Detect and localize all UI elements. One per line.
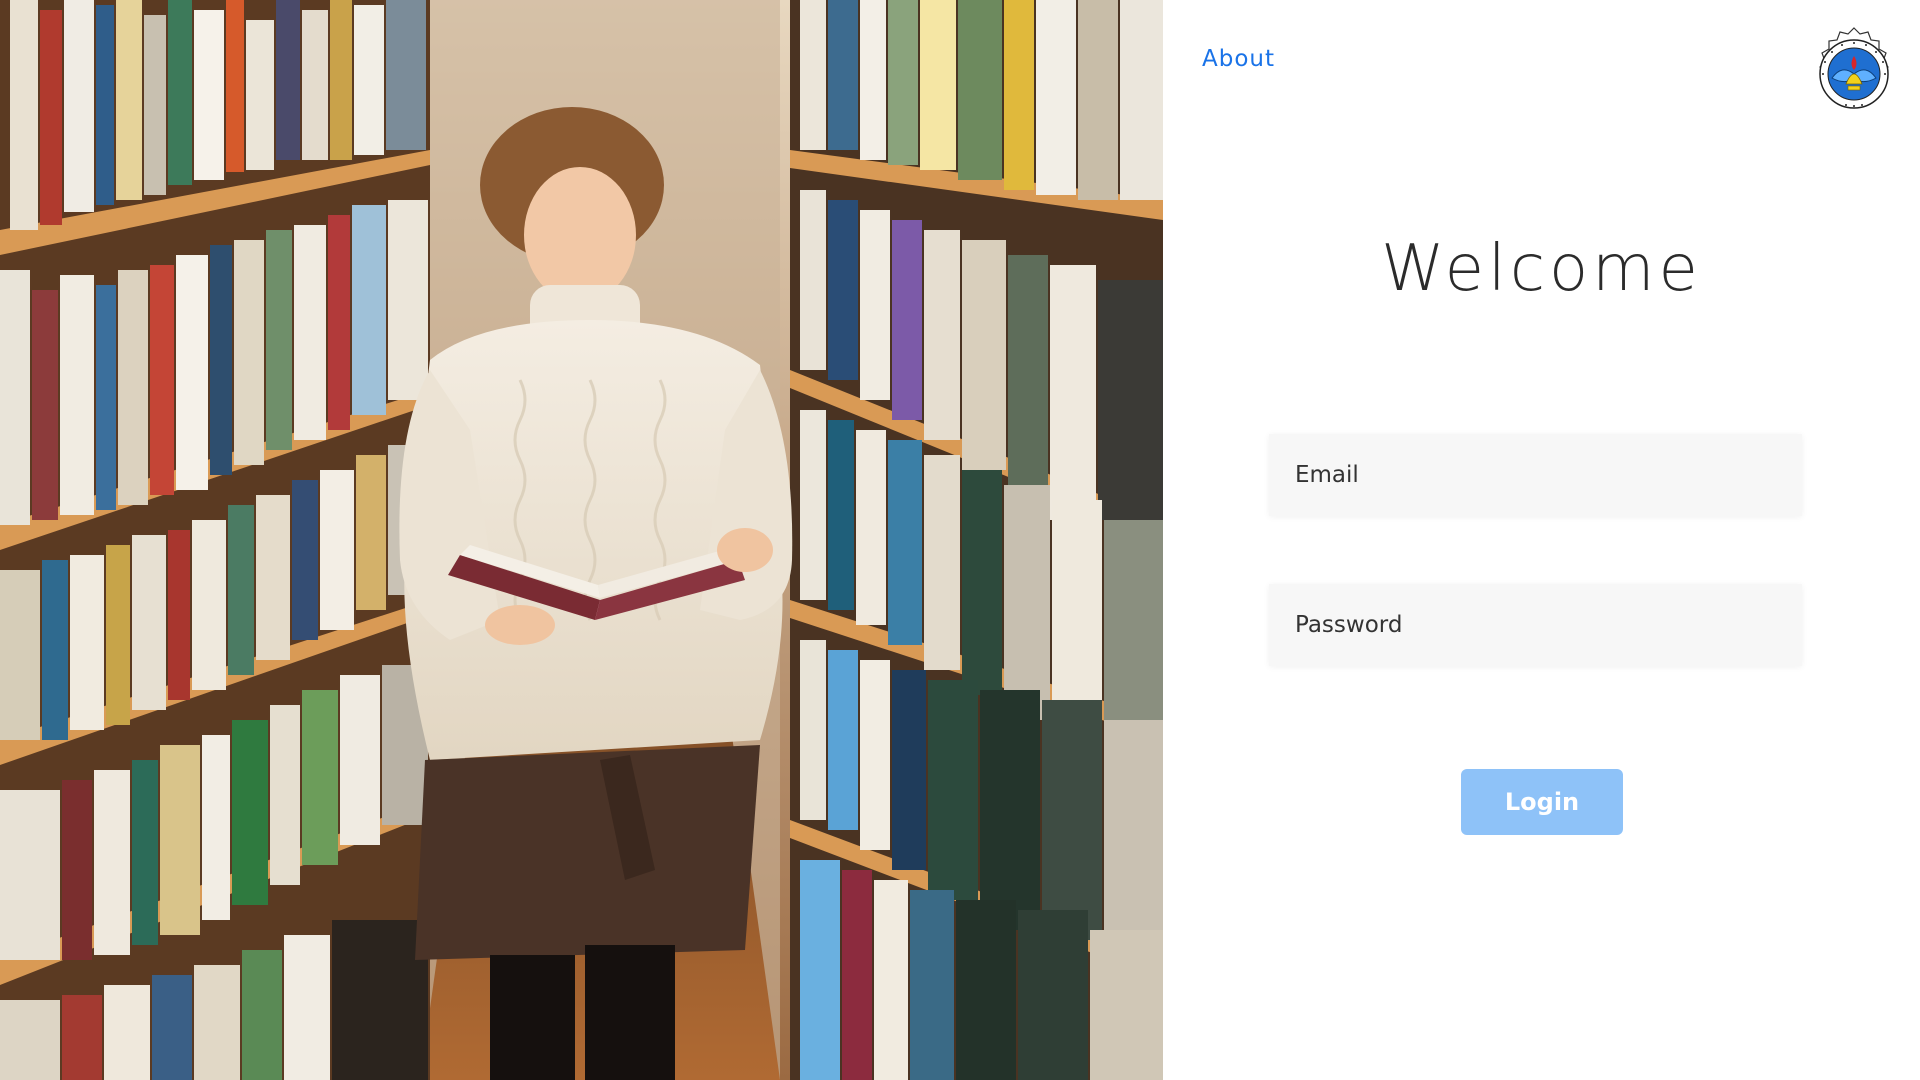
library-hero-image: [0, 0, 1163, 1080]
email-field[interactable]: [1269, 434, 1802, 516]
school-emblem-icon: [1806, 26, 1902, 122]
login-panel: About Welcome Email Login: [1163, 0, 1920, 1080]
about-link[interactable]: About: [1202, 46, 1275, 72]
password-field[interactable]: [1269, 584, 1802, 666]
login-button[interactable]: Login: [1461, 769, 1623, 835]
login-page: About Welcome Email Login: [0, 0, 1920, 1080]
welcome-heading: Welcome: [1381, 232, 1702, 306]
